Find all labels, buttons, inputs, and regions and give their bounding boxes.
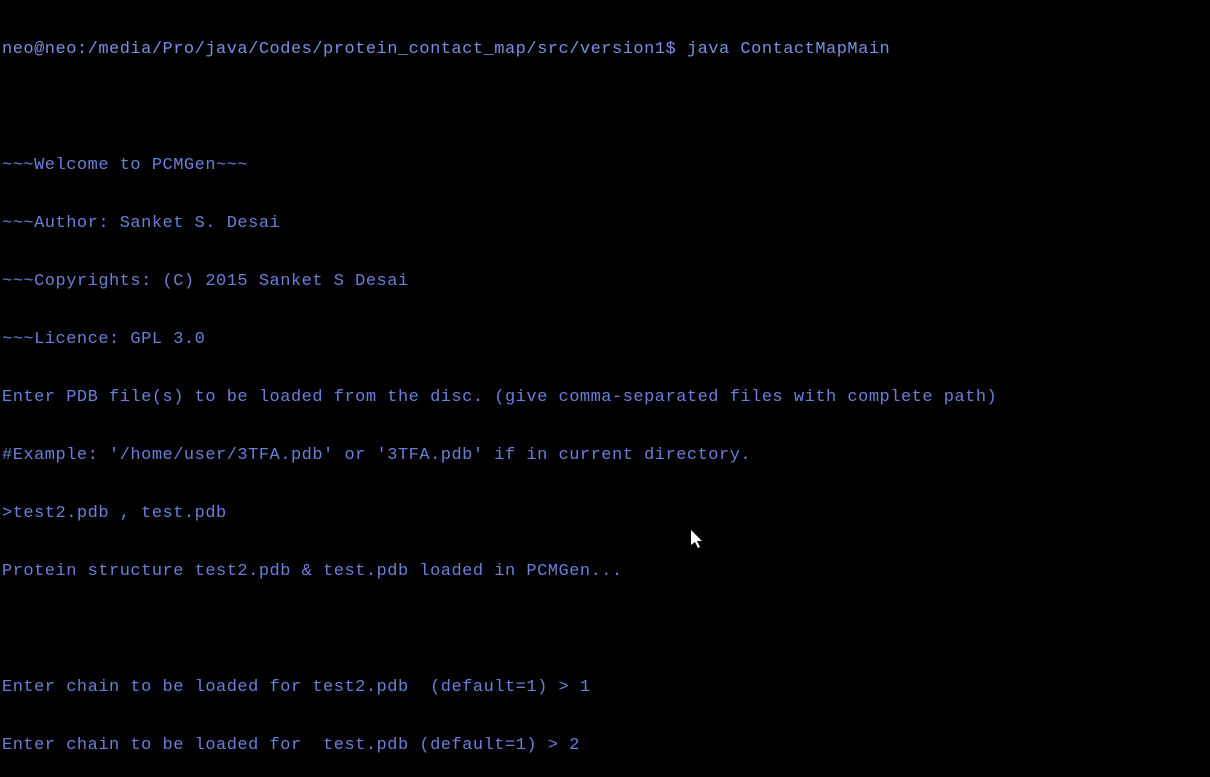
enter-pdb-line: Enter PDB file(s) to be loaded from the … <box>2 383 1208 412</box>
welcome-line: ~~~Welcome to PCMGen~~~ <box>2 151 1208 180</box>
shell-prompt: neo@neo:/media/Pro/java/Codes/protein_co… <box>2 40 687 59</box>
shell-command: java ContactMapMain <box>687 40 890 59</box>
copyright-line: ~~~Copyrights: (C) 2015 Sanket S Desai <box>2 267 1208 296</box>
example-line: #Example: '/home/user/3TFA.pdb' or '3TFA… <box>2 441 1208 470</box>
licence-line: ~~~Licence: GPL 3.0 <box>2 325 1208 354</box>
terminal-output[interactable]: neo@neo:/media/Pro/java/Codes/protein_co… <box>0 0 1210 777</box>
author-line: ~~~Author: Sanket S. Desai <box>2 209 1208 238</box>
loaded-line: Protein structure test2.pdb & test.pdb l… <box>2 557 1208 586</box>
chain1-line: Enter chain to be loaded for test2.pdb (… <box>2 673 1208 702</box>
shell-prompt-line: neo@neo:/media/Pro/java/Codes/protein_co… <box>2 35 1208 64</box>
chain2-line: Enter chain to be loaded for test.pdb (d… <box>2 731 1208 760</box>
blank-line <box>2 615 1208 644</box>
pdb-input-line: >test2.pdb , test.pdb <box>2 499 1208 528</box>
blank-line <box>2 93 1208 122</box>
